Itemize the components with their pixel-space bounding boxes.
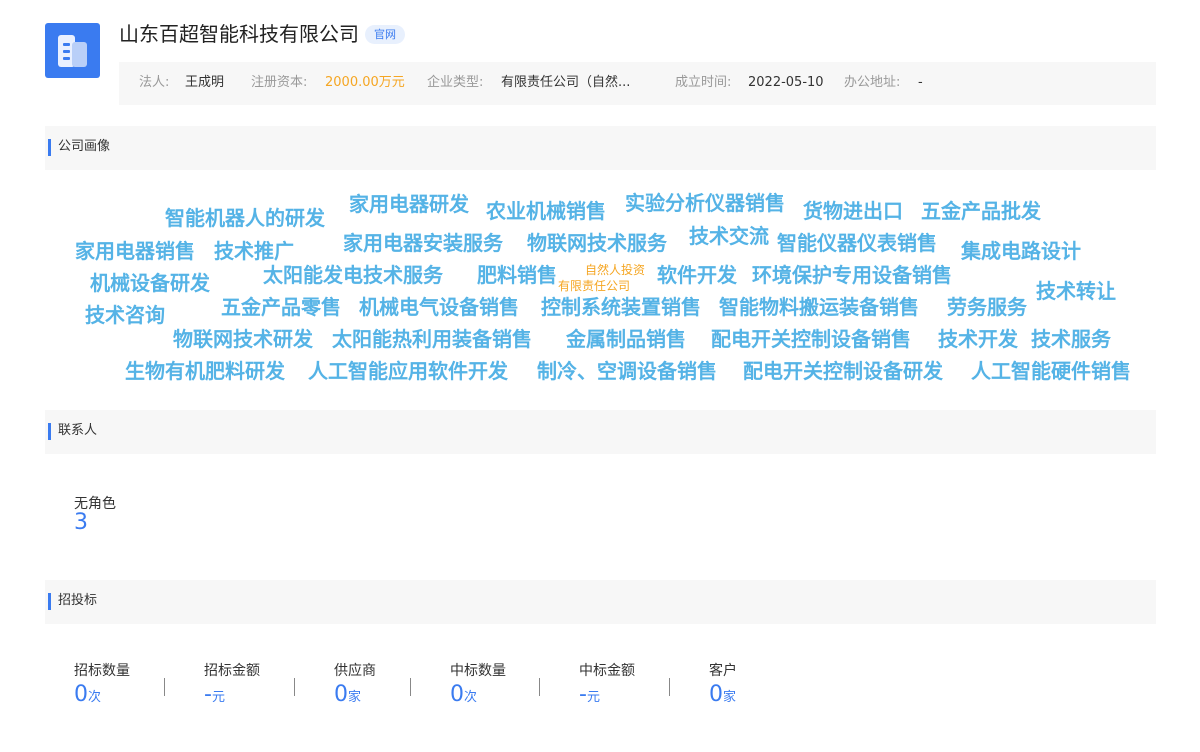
cloud-word: 机械电气设备销售 [359, 295, 519, 319]
capital-value: 2000.00万元 [325, 75, 405, 90]
cloud-word: 智能仪器仪表销售 [777, 231, 937, 255]
win-amount-stat[interactable]: 中标金额 -元 [579, 662, 635, 707]
cloud-word: 家用电器销售 [75, 239, 195, 263]
stat-value: 0 [450, 682, 464, 707]
stat-unit: 次 [464, 690, 478, 705]
cloud-word: 集成电路设计 [961, 239, 1081, 263]
stat-value: - [579, 682, 587, 707]
win-count-stat[interactable]: 中标数量 0次 [450, 662, 506, 707]
stat-unit: 家 [723, 690, 737, 705]
cloud-word: 技术咨询 [85, 303, 165, 327]
customer-stat[interactable]: 客户 0家 [709, 662, 737, 707]
contacts-section-title: 联系人 [58, 423, 98, 438]
cloud-word: 智能物料搬运装备销售 [719, 295, 919, 319]
cloud-word: 实验分析仪器销售 [625, 191, 785, 215]
section-accent-bar [48, 423, 51, 440]
capital-label: 注册资本: [251, 75, 308, 90]
cloud-word: 技术转让 [1036, 279, 1116, 303]
cloud-word: 物联网技术研发 [173, 327, 313, 351]
company-type-label: 企业类型: [427, 75, 484, 90]
contacts-section-header: 联系人 [45, 410, 1156, 454]
section-accent-bar [48, 593, 51, 610]
stat-unit: 家 [348, 690, 362, 705]
stat-divider [539, 678, 540, 696]
stat-divider [294, 678, 295, 696]
address-value: - [918, 75, 923, 90]
cloud-word: 肥料销售 [477, 263, 557, 287]
cloud-word: 机械设备研发 [90, 271, 210, 295]
founded-value: 2022-05-10 [748, 75, 824, 90]
cloud-word: 配电开关控制设备研发 [743, 359, 943, 383]
cloud-word: 软件开发 [657, 263, 737, 287]
cloud-word: 控制系统装置销售 [541, 295, 701, 319]
profile-section-title: 公司画像 [58, 139, 111, 154]
founded-label: 成立时间: [675, 75, 732, 90]
supplier-stat[interactable]: 供应商 0家 [334, 662, 376, 707]
cloud-word: 环境保护专用设备销售 [752, 263, 952, 287]
company-logo [45, 23, 100, 78]
stat-value: 0 [74, 682, 88, 707]
stat-unit: 元 [211, 690, 225, 705]
address-label: 办公地址: [844, 75, 901, 90]
bidding-section-header: 招投标 [45, 580, 1156, 624]
stat-divider [164, 678, 165, 696]
cloud-word: 农业机械销售 [486, 199, 606, 223]
cloud-word: 配电开关控制设备销售 [711, 327, 911, 351]
section-accent-bar [48, 139, 51, 156]
cloud-word: 太阳能热利用装备销售 [332, 327, 532, 351]
cloud-word: 家用电器研发 [349, 192, 469, 216]
stat-label: 招标金额 [204, 663, 260, 679]
company-name: 山东百超智能科技有限公司 [119, 22, 359, 46]
cloud-word: 货物进出口 [803, 199, 903, 223]
stat-value: - [204, 682, 212, 707]
bid-amount-stat[interactable]: 招标金额 -元 [204, 662, 260, 707]
stat-unit: 次 [88, 690, 102, 705]
stat-value: 0 [709, 682, 723, 707]
company-type-value: 有限责任公司（自然... [501, 75, 631, 90]
bidding-section-title: 招投标 [58, 593, 98, 608]
stat-label: 客户 [709, 663, 737, 679]
cloud-word: 金属制品销售 [566, 327, 686, 351]
cloud-word: 技术交流 [689, 224, 769, 248]
cloud-word-highlight: 自然人投资 [585, 263, 646, 277]
stat-label: 中标金额 [579, 663, 635, 679]
official-site-badge[interactable]: 官网 [365, 25, 405, 44]
bid-count-stat[interactable]: 招标数量 0次 [74, 662, 130, 707]
cloud-word: 技术服务 [1031, 327, 1111, 351]
cloud-word: 五金产品批发 [921, 199, 1041, 223]
contact-role-count[interactable]: 3 [74, 510, 88, 535]
cloud-word: 物联网技术服务 [527, 231, 667, 255]
cloud-word: 劳务服务 [947, 295, 1027, 319]
cloud-word: 五金产品零售 [221, 295, 341, 319]
business-scope-word-cloud: 智能机器人的研发 家用电器研发 农业机械销售 实验分析仪器销售 货物进出口 五金… [45, 180, 1156, 395]
stat-label: 供应商 [334, 663, 376, 679]
legal-person-label: 法人: [139, 75, 170, 90]
cloud-word: 智能机器人的研发 [165, 206, 325, 230]
cloud-word: 技术推广 [214, 239, 294, 263]
cloud-word-highlight: 有限责任公司 [558, 279, 631, 293]
stat-divider [410, 678, 411, 696]
cloud-word: 人工智能硬件销售 [971, 359, 1131, 383]
cloud-word: 制冷、空调设备销售 [537, 359, 717, 383]
cloud-word: 家用电器安装服务 [343, 231, 503, 255]
stat-divider [669, 678, 670, 696]
profile-section-header: 公司画像 [45, 126, 1156, 170]
legal-person-value[interactable]: 王成明 [185, 75, 224, 91]
cloud-word: 太阳能发电技术服务 [263, 263, 443, 287]
company-info-bar: 法人: 王成明 注册资本: 2000.00万元 企业类型: 有限责任公司（自然.… [119, 62, 1156, 105]
cloud-word: 技术开发 [938, 327, 1018, 351]
stat-label: 中标数量 [450, 663, 506, 679]
cloud-word: 人工智能应用软件开发 [308, 359, 508, 383]
stat-unit: 元 [586, 690, 600, 705]
cloud-word: 生物有机肥料研发 [125, 359, 285, 383]
stat-label: 招标数量 [74, 663, 130, 679]
stat-value: 0 [334, 682, 348, 707]
